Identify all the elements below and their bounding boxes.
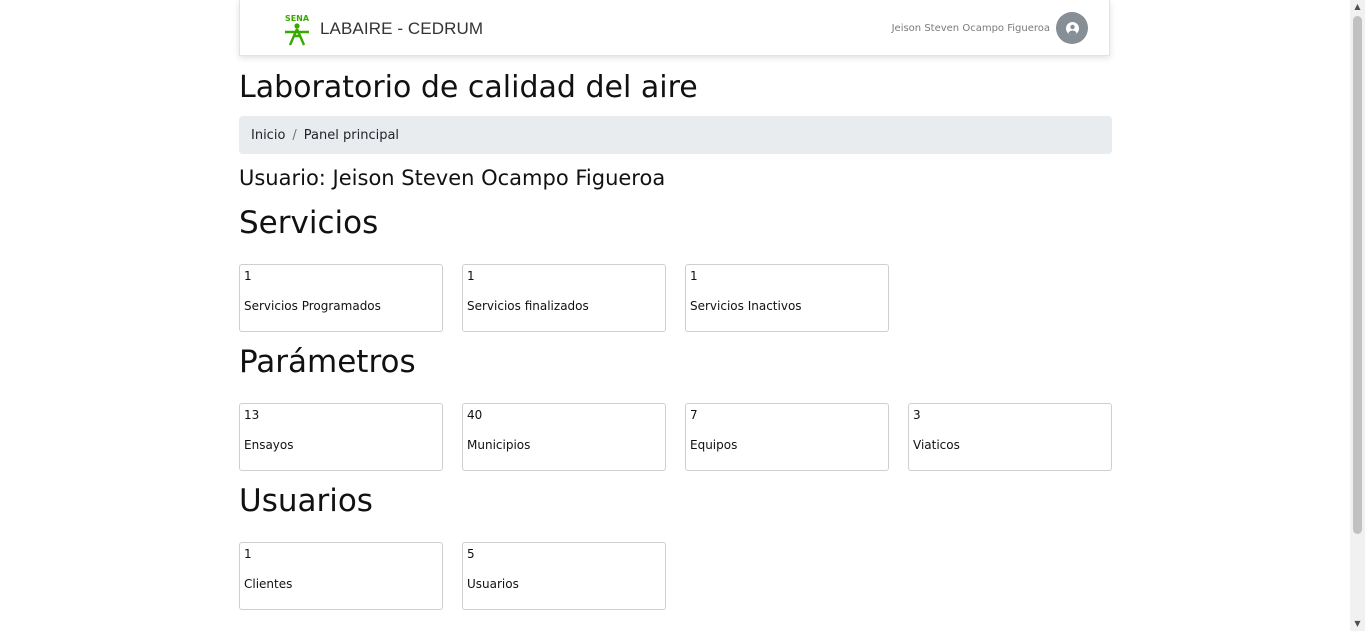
chevron-down-icon[interactable]: ▼ — [1350, 617, 1365, 631]
section-title-servicios: Servicios — [239, 205, 379, 241]
card-clientes[interactable]: 1 Clientes — [239, 542, 443, 610]
card-municipios[interactable]: 40 Municipios — [462, 403, 666, 471]
card-count: 1 — [467, 269, 475, 283]
card-count: 1 — [690, 269, 698, 283]
user-menu[interactable]: Jeison Steven Ocampo Figueroa — [892, 12, 1088, 44]
card-count: 13 — [244, 408, 260, 422]
breadcrumb-separator: / — [292, 127, 297, 143]
scrollbar-thumb[interactable] — [1353, 16, 1362, 534]
card-equipos[interactable]: 7 Equipos — [685, 403, 889, 471]
card-count: 1 — [244, 269, 252, 283]
card-label: Municipios — [467, 438, 531, 452]
card-label: Viaticos — [913, 438, 960, 452]
card-label: Ensayos — [244, 438, 294, 452]
card-count: 7 — [690, 408, 698, 422]
card-count: 3 — [913, 408, 921, 422]
breadcrumb-item-panel-principal: Panel principal — [303, 127, 400, 143]
card-count: 40 — [467, 408, 483, 422]
card-usuarios[interactable]: 5 Usuarios — [462, 542, 666, 610]
brand-title: LABAIRE - CEDRUM — [320, 19, 484, 38]
header-user-name: Jeison Steven Ocampo Figueroa — [891, 22, 1050, 34]
svg-text:SENA: SENA — [285, 14, 310, 23]
section-title-parametros: Parámetros — [239, 344, 416, 380]
card-ensayos[interactable]: 13 Ensayos — [239, 403, 443, 471]
section-title-usuarios: Usuarios — [239, 483, 373, 519]
card-label: Servicios Programados — [244, 299, 381, 313]
card-servicios-inactivos[interactable]: 1 Servicios Inactivos — [685, 264, 889, 332]
card-count: 1 — [244, 547, 252, 561]
card-label: Equipos — [690, 438, 738, 452]
card-viaticos[interactable]: 3 Viaticos — [908, 403, 1112, 471]
card-label: Servicios finalizados — [467, 299, 589, 313]
card-label: Clientes — [244, 577, 293, 591]
top-navbar: SENA LABAIRE - CEDRUM Jeison Steven Ocam… — [239, 0, 1110, 56]
vertical-scrollbar[interactable]: ▲ ▼ — [1350, 0, 1365, 631]
sena-logo-icon: SENA — [285, 14, 310, 46]
card-count: 5 — [467, 547, 475, 561]
card-servicios-programados[interactable]: 1 Servicios Programados — [239, 264, 443, 332]
card-label: Servicios Inactivos — [690, 299, 802, 313]
current-user-heading: Usuario: Jeison Steven Ocampo Figueroa — [239, 166, 666, 190]
breadcrumb-item-inicio[interactable]: Inicio — [251, 128, 285, 143]
chevron-up-icon[interactable]: ▲ — [1350, 0, 1365, 14]
brand[interactable]: SENA LABAIRE - CEDRUM — [280, 12, 483, 46]
user-circle-icon[interactable] — [1056, 12, 1088, 44]
breadcrumb: Inicio / Panel principal — [239, 116, 1112, 154]
page-title: Laboratorio de calidad del aire — [239, 70, 698, 105]
card-servicios-finalizados[interactable]: 1 Servicios finalizados — [462, 264, 666, 332]
card-label: Usuarios — [467, 577, 519, 591]
